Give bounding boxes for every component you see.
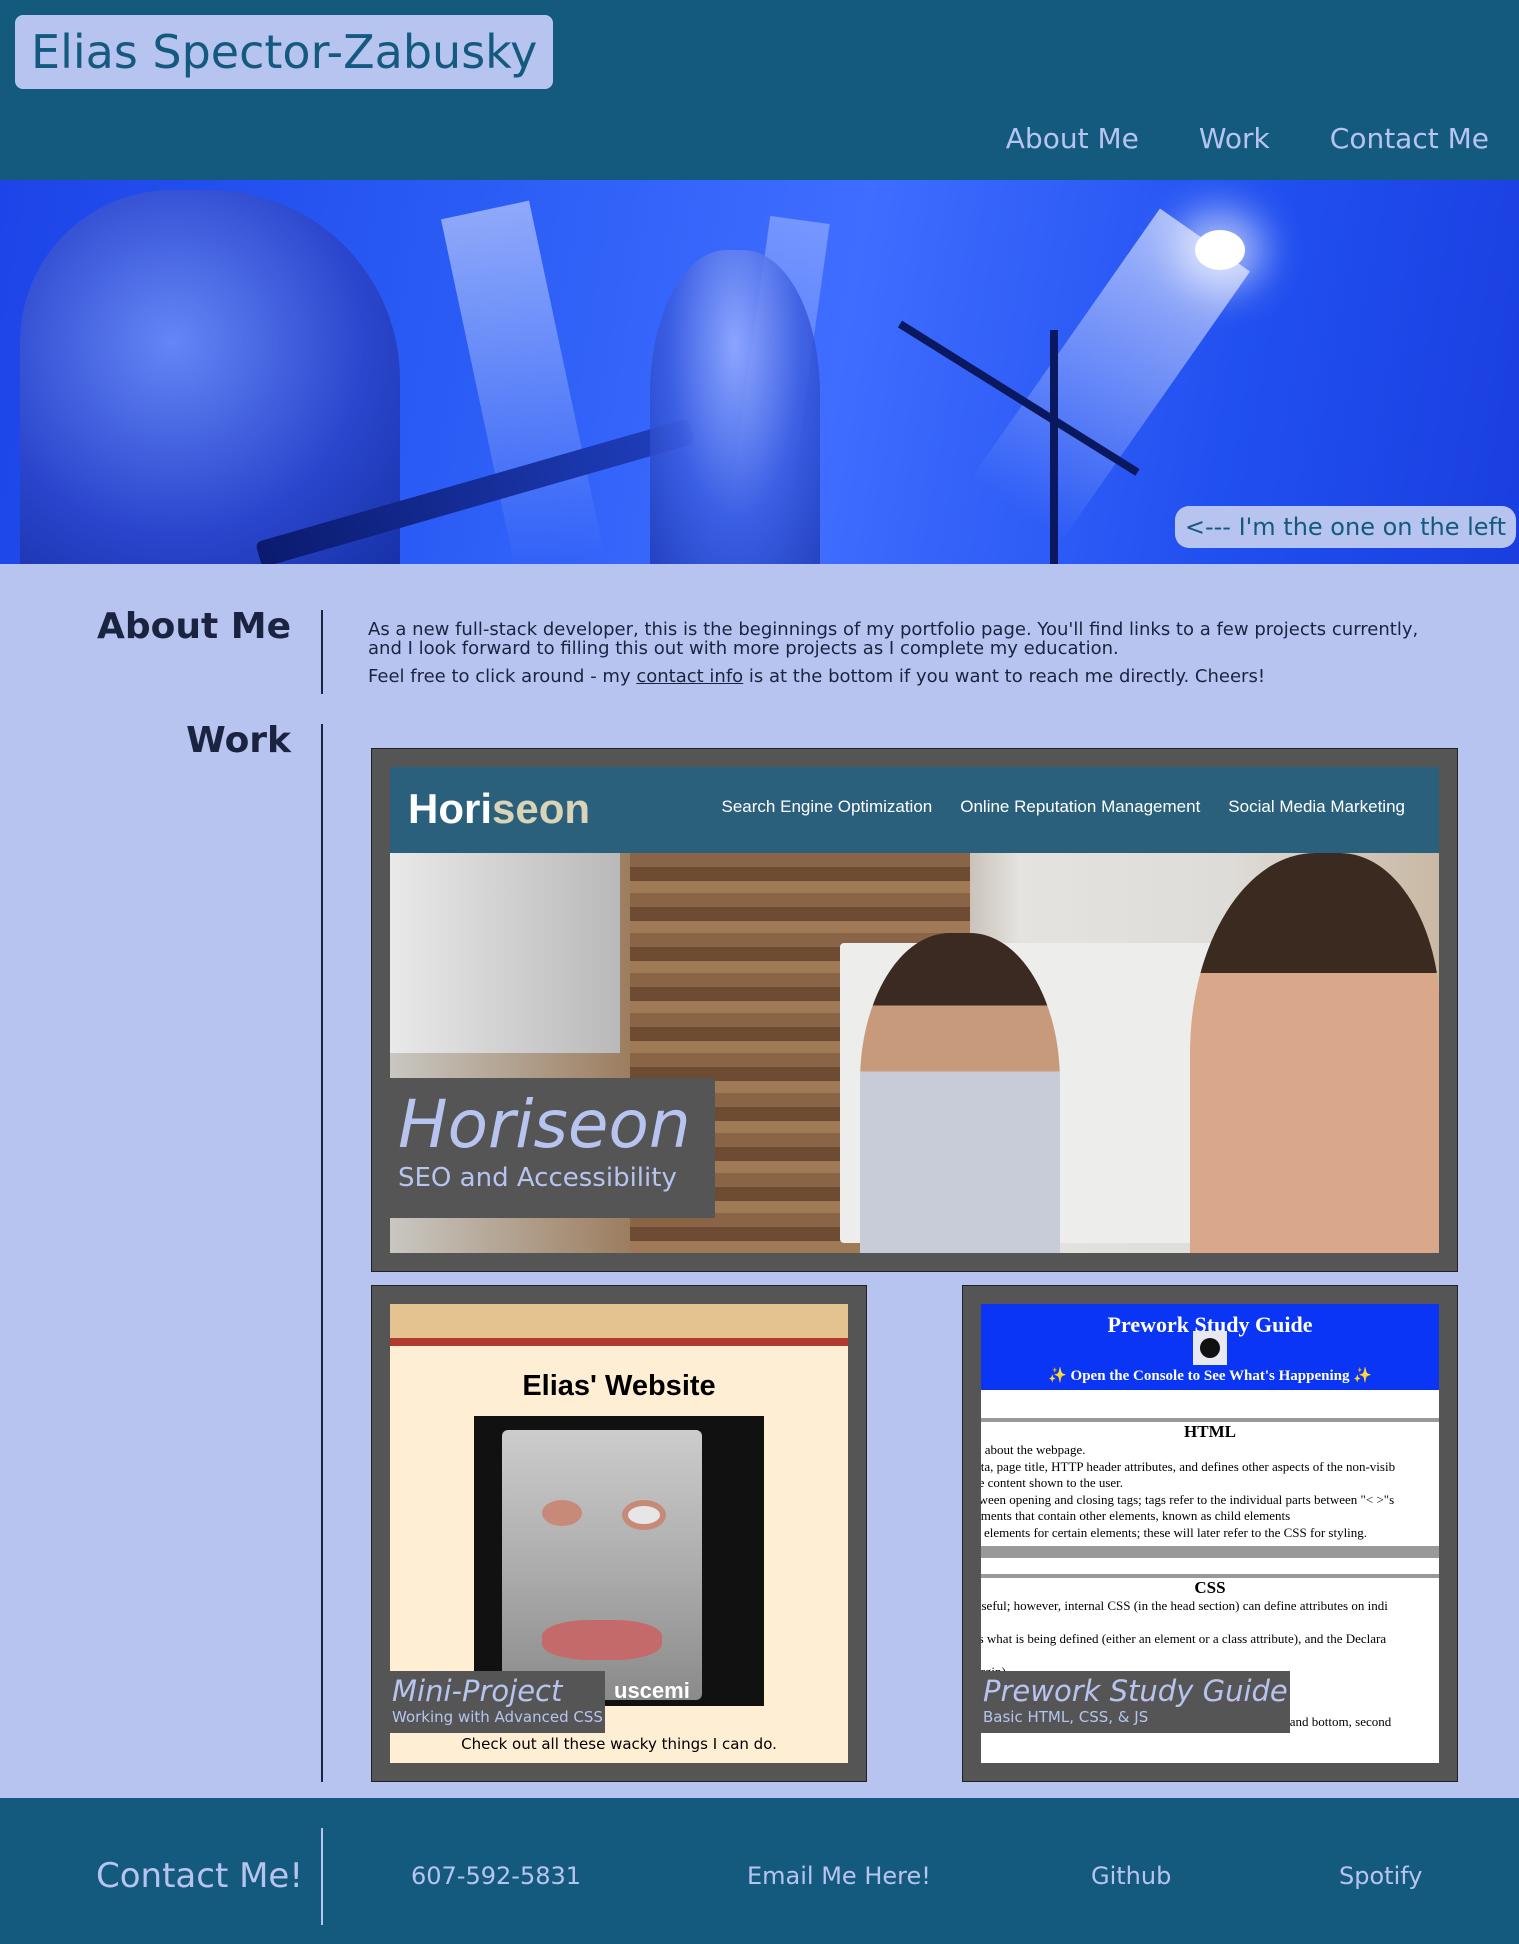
nav-contact-me[interactable]: Contact Me [1330, 122, 1489, 155]
github-link[interactable]: Github [1091, 1862, 1171, 1890]
html-line: tween opening and closing tags; tags ref… [981, 1491, 1395, 1507]
spotify-link[interactable]: Spotify [1339, 1862, 1422, 1890]
work-heading: Work [186, 720, 291, 761]
preview-heading: Elias' Website [522, 1370, 716, 1402]
work-divider [321, 724, 323, 1782]
logo-part: Hori [408, 785, 492, 832]
footer-divider [321, 1828, 323, 1925]
about-divider [321, 610, 323, 694]
nav-work[interactable]: Work [1199, 122, 1270, 155]
project-preview: Elias' Website uscemi Check out all thes… [390, 1304, 848, 1763]
preview-stripe [390, 1338, 848, 1346]
project-subtitle: Working with Advanced CSS [392, 1708, 603, 1726]
project-title: Horiseon [398, 1086, 691, 1163]
project-card-horiseon[interactable]: Horiseon Search Engine Optimization Onli… [371, 748, 1458, 1272]
contact-info-link[interactable]: contact info [636, 666, 743, 687]
preview-subheading: ✨ Open the Console to See What's Happeni… [1048, 1368, 1372, 1384]
project-title: Mini-Project [392, 1674, 563, 1708]
microphone-stand [1050, 330, 1058, 564]
about-text: As a new full-stack developer, this is t… [368, 620, 1428, 686]
logo-part: seon [492, 785, 591, 832]
about-paragraph-contact: Feel free to click around - my contact i… [368, 667, 1428, 686]
person-right [1190, 853, 1439, 1253]
hero-banner: <--- I'm the one on the left [0, 180, 1519, 564]
html-line: ements that contain other elements, know… [981, 1508, 1291, 1523]
section-divider [981, 1546, 1439, 1558]
project-label: Horiseon SEO and Accessibility [390, 1078, 715, 1218]
guitarist-silhouette [20, 190, 400, 564]
css-line [981, 1648, 1439, 1665]
project-label: Prework Study Guide Basic HTML, CSS, & J… [981, 1671, 1290, 1733]
site-header: Elias Spector-Zabusky About Me Work Cont… [0, 0, 1519, 180]
project-title: Prework Study Guide [983, 1674, 1288, 1708]
site-title: Elias Spector-Zabusky [15, 15, 554, 89]
html-heading: HTML [1184, 1422, 1236, 1441]
project-card-mini-project[interactable]: Elias' Website uscemi Check out all thes… [371, 1285, 867, 1782]
burner [622, 1500, 666, 1530]
nav-about-me[interactable]: About Me [1006, 122, 1139, 155]
stage-light-beam [440, 200, 604, 564]
css-heading: CSS [1194, 1578, 1226, 1597]
preview-nav-item: Social Media Marketing [1228, 797, 1405, 816]
singer-silhouette [650, 250, 820, 564]
css-line: useful; however, internal CSS (in the he… [981, 1598, 1388, 1613]
css-line: is what is being defined (either an elem… [981, 1631, 1387, 1646]
phone-link[interactable]: 607-592-5831 [411, 1862, 581, 1890]
html-section: HTML n about the webpage. ata, page titl… [981, 1418, 1439, 1541]
site-footer: Contact Me! 607-592-5831 Email Me Here! … [0, 1798, 1519, 1944]
burner [542, 1500, 582, 1526]
project-card-prework-study-guide[interactable]: Prework Study Guide ✨ Open the Console t… [962, 1285, 1458, 1782]
person-center [860, 933, 1060, 1253]
main-nav: About Me Work Contact Me [1006, 122, 1489, 155]
html-line: ata, page title, HTTP header attributes,… [981, 1458, 1396, 1474]
html-line: e elements for certain elements; these w… [981, 1524, 1368, 1540]
stove-face-photo: uscemi [474, 1416, 764, 1706]
preview-caption: Check out all these wacky things I can d… [461, 1735, 777, 1753]
preview-top-band [390, 1304, 848, 1338]
stove-image [502, 1430, 702, 1700]
horiseon-logo: Horiseon [408, 785, 590, 833]
about-text-fragment: is at the bottom if you want to reach me… [743, 666, 1266, 687]
hero-caption: <--- I'm the one on the left [1174, 506, 1516, 548]
html-line: le content shown to the user. [981, 1475, 1124, 1490]
about-heading: About Me [97, 606, 291, 647]
project-subtitle: Basic HTML, CSS, & JS [983, 1708, 1149, 1726]
photo-text: uscemi [614, 1678, 690, 1703]
preview-nav: Search Engine Optimization Online Reputa… [722, 797, 1405, 817]
html-line: n about the webpage. [981, 1442, 1086, 1457]
about-text-fragment: Feel free to click around - my [368, 666, 637, 687]
project-preview: Prework Study Guide ✨ Open the Console t… [981, 1304, 1439, 1763]
project-subtitle: SEO and Accessibility [398, 1163, 677, 1193]
css-line [981, 1615, 1439, 1632]
preview-header: Horiseon Search Engine Optimization Onli… [390, 767, 1439, 853]
footer-title: Contact Me! [96, 1856, 303, 1896]
project-label: Mini-Project Working with Advanced CSS [390, 1671, 605, 1733]
window-panel [390, 853, 620, 1053]
about-paragraph: As a new full-stack developer, this is t… [368, 619, 1419, 659]
cat-badge-icon [1193, 1331, 1227, 1365]
project-preview: Horiseon Search Engine Optimization Onli… [390, 767, 1439, 1253]
stove-mouth [542, 1620, 662, 1660]
preview-header: Prework Study Guide ✨ Open the Console t… [981, 1304, 1439, 1390]
spotlight [1195, 230, 1245, 270]
preview-nav-item: Online Reputation Management [960, 797, 1201, 816]
email-link[interactable]: Email Me Here! [747, 1862, 931, 1890]
preview-nav-item: Search Engine Optimization [721, 797, 933, 816]
